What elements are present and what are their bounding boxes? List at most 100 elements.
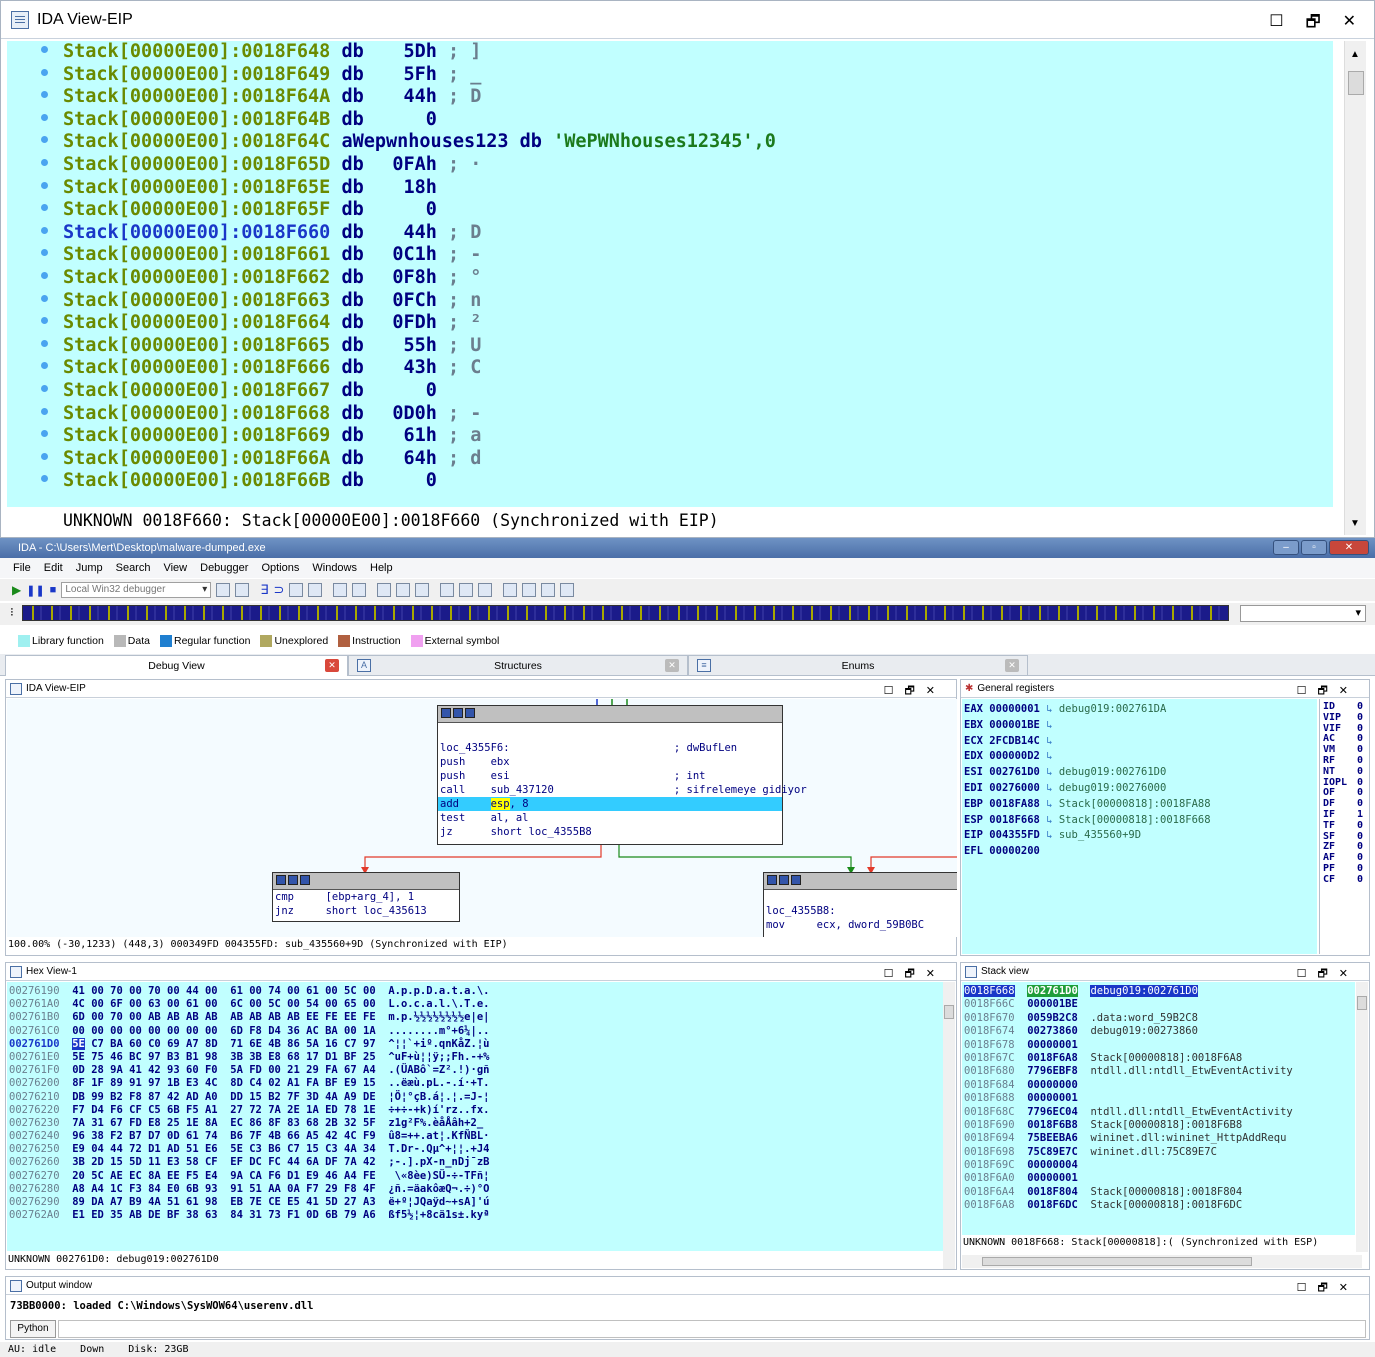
asm-line[interactable]: test al, al — [438, 811, 782, 825]
jump-arrow-icon[interactable]: ↳ — [1046, 798, 1052, 810]
step-out-icon[interactable] — [308, 583, 323, 597]
view-segments-icon[interactable] — [503, 583, 518, 597]
navigation-band[interactable]: ⁝ — [0, 603, 1375, 625]
hex-row[interactable]: 002761A0 4C 00 6F 00 63 00 61 00 6C 00 5… — [7, 998, 945, 1011]
hex-scrollbar[interactable] — [943, 982, 955, 1269]
hex-row[interactable]: 00276290 89 DA A7 B9 4A 51 61 98 EB 7E C… — [7, 1196, 945, 1209]
register-row[interactable]: EBX 000001BE ↳ — [962, 718, 1317, 734]
stack-value[interactable]: 00000001 — [1027, 1092, 1078, 1104]
hex-dump[interactable]: 00276190 41 00 70 00 70 00 44 00 61 00 7… — [7, 982, 945, 1251]
stack-list[interactable]: 0018F668 002761D0 debug019:002761D0 0018F… — [962, 982, 1355, 1235]
listing-line[interactable]: Stack[00000E00]:0018F664 db 0FDh ; ² — [7, 312, 1333, 335]
scroll-thumb[interactable] — [982, 1257, 1252, 1266]
listing-line[interactable]: Stack[00000E00]:0018F64A db 44h ; D — [7, 86, 1333, 109]
listing-line[interactable]: Stack[00000E00]:0018F649 db 5Fh ; _ — [7, 64, 1333, 87]
register-row[interactable]: ESP 0018F668 ↳ Stack[00000818]:0018F668 — [962, 813, 1317, 829]
stack-hscrollbar[interactable] — [962, 1255, 1362, 1268]
stack-value[interactable]: 00000001 — [1027, 1172, 1078, 1184]
jump-arrow-icon[interactable]: ↳ — [1046, 766, 1052, 778]
scroll-thumb[interactable] — [1348, 71, 1364, 95]
asm-line[interactable]: mov ecx, dword_59B0BC — [764, 918, 957, 932]
node-edit-icon[interactable] — [779, 875, 789, 885]
asm-line[interactable]: loc_4355F6: ; dwBufLen — [438, 741, 782, 755]
register-row[interactable]: EIP 004355FD ↳ sub_435560+9D — [962, 828, 1317, 844]
asm-line[interactable]: call sub_437120 ; sifrelemeye gidiyor — [438, 783, 807, 797]
delete-watch-icon[interactable] — [478, 583, 493, 597]
asm-line[interactable]: loc_4355B8: — [764, 904, 957, 918]
breakpoint-dot-icon[interactable] — [41, 158, 48, 166]
node-color-icon[interactable] — [276, 875, 286, 885]
menu-edit[interactable]: Edit — [44, 562, 63, 574]
register-row[interactable]: ECX 2FCDB14C ↳ — [962, 734, 1317, 750]
breakpoint-dot-icon[interactable] — [41, 362, 48, 370]
stack-value[interactable]: 00000001 — [1027, 1039, 1078, 1051]
stack-value[interactable]: 000001BE — [1027, 998, 1078, 1010]
thread-list-icon[interactable] — [352, 583, 367, 597]
menu-windows[interactable]: Windows — [312, 562, 357, 574]
stack-row[interactable]: 0018F68C 7796EC04 ntdll.dll:ntdll_EtwEve… — [962, 1106, 1355, 1119]
asm-line[interactable]: push ebx — [438, 755, 782, 769]
jump-arrow-icon[interactable]: ↳ — [1046, 782, 1052, 794]
add-watch-icon[interactable] — [459, 583, 474, 597]
breakpoint-dot-icon[interactable] — [41, 226, 48, 234]
stack-row[interactable]: 0018F66C 000001BE — [962, 998, 1355, 1011]
close-button[interactable]: ✕ — [1329, 540, 1369, 555]
register-value[interactable]: 0018F668 — [989, 814, 1040, 826]
minimize-button[interactable]: – — [1273, 540, 1299, 555]
hex-row[interactable]: 00276220 F7 D4 F6 CF C5 6B F5 A1 27 72 7… — [7, 1104, 945, 1117]
tab-close-icon[interactable]: ✕ — [325, 659, 339, 672]
asm-line[interactable]: jz short loc_4355B8 — [438, 825, 782, 839]
breakpoint-dot-icon[interactable] — [41, 136, 48, 144]
step-over-icon[interactable]: ⊃ — [274, 582, 285, 598]
register-value[interactable]: 00000200 — [989, 845, 1040, 857]
hex-row[interactable]: 002761D0 5E C7 BA 60 C0 69 A7 8D 71 6E 4… — [7, 1037, 945, 1051]
asm-line[interactable]: push esi ; int — [438, 769, 782, 783]
listing-line[interactable]: Stack[00000E00]:0018F660 db 44h ; D — [7, 222, 1333, 245]
listing-line[interactable]: Stack[00000E00]:0018F663 db 0FCh ; n — [7, 290, 1333, 313]
breakpoint-dot-icon[interactable] — [41, 91, 48, 99]
navigation-dropdown[interactable] — [1240, 605, 1366, 622]
breakpoint-dot-icon[interactable] — [41, 204, 48, 212]
float-window-icon[interactable]: ☐ — [1269, 11, 1283, 38]
breakpoint-dot-icon[interactable] — [41, 430, 48, 438]
stack-value[interactable]: 0018F6B8 — [1027, 1119, 1078, 1131]
menu-help[interactable]: Help — [370, 562, 393, 574]
breakpoint-dot-icon[interactable] — [41, 384, 48, 392]
disassembly-listing[interactable]: Stack[00000E00]:0018F648 db 5Dh ; ] Stack… — [7, 41, 1333, 507]
breakpoint-dot-icon[interactable] — [41, 339, 48, 347]
breakpoint-dot-icon[interactable] — [41, 407, 48, 415]
breakpoint-dot-icon[interactable] — [41, 181, 48, 189]
view-stack-icon[interactable] — [522, 583, 537, 597]
listing-line[interactable]: Stack[00000E00]:0018F665 db 55h ; U — [7, 335, 1333, 358]
python-input[interactable] — [58, 1320, 1366, 1338]
stack-row[interactable]: 0018F688 00000001 — [962, 1092, 1355, 1105]
maximize-button[interactable]: ▫ — [1301, 540, 1327, 555]
hex-row[interactable]: 00276270 20 5C AE EC 8A EE F5 E4 9A CA F… — [7, 1170, 945, 1183]
hex-row[interactable]: 00276250 E9 04 44 72 D1 AD 51 E6 5E C3 B… — [7, 1143, 945, 1156]
stack-row[interactable]: 0018F674 00273860 debug019:00273860 — [962, 1025, 1355, 1038]
menu-debugger[interactable]: Debugger — [200, 562, 248, 574]
menu-jump[interactable]: Jump — [76, 562, 103, 574]
manage-snapshots-icon[interactable] — [560, 583, 575, 597]
stack-row[interactable]: 0018F680 7796EBF8 ntdll.dll:ntdll_EtwEve… — [962, 1065, 1355, 1078]
close-icon[interactable]: ✕ — [1343, 11, 1356, 38]
stack-value[interactable]: 0018F6DC — [1027, 1199, 1078, 1211]
stack-row[interactable]: 0018F6A0 00000001 — [962, 1172, 1355, 1185]
node-group-icon[interactable] — [791, 875, 801, 885]
scroll-thumb[interactable] — [944, 1005, 954, 1019]
listing-line[interactable]: Stack[00000E00]:0018F648 db 5Dh ; ] — [7, 41, 1333, 64]
attach-icon[interactable] — [216, 583, 231, 597]
stack-value[interactable]: 002761D0 — [1027, 985, 1078, 997]
hex-row[interactable]: 00276190 41 00 70 00 70 00 44 00 61 00 7… — [7, 985, 945, 998]
jump-arrow-icon[interactable]: ↳ — [1046, 719, 1052, 731]
stack-row[interactable]: 0018F69C 00000004 — [962, 1159, 1355, 1172]
node-edit-icon[interactable] — [288, 875, 298, 885]
listing-line[interactable]: Stack[00000E00]:0018F66A db 64h ; d — [7, 448, 1333, 471]
node-group-icon[interactable] — [300, 875, 310, 885]
stack-row[interactable]: 0018F67C 0018F6A8 Stack[00000818]:0018F6… — [962, 1052, 1355, 1065]
stack-row[interactable]: 0018F678 00000001 — [962, 1039, 1355, 1052]
module-list-icon[interactable] — [377, 583, 392, 597]
stack-value[interactable]: 75BEEBA6 — [1027, 1132, 1078, 1144]
register-row[interactable]: ESI 002761D0 ↳ debug019:002761D0 — [962, 765, 1317, 781]
listing-line[interactable]: Stack[00000E00]:0018F66B db 0 — [7, 470, 1333, 493]
